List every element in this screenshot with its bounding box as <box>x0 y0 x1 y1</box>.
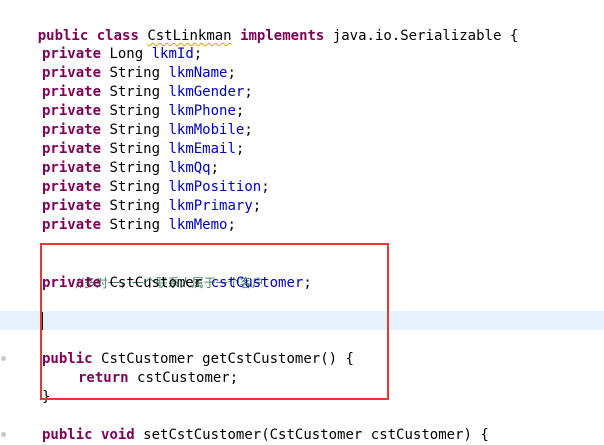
field-type: String <box>109 122 161 138</box>
field-name: lkmGender <box>168 84 245 100</box>
annotation-highlight-box <box>40 243 389 400</box>
field-line[interactable]: private String lkmMobile; <box>42 121 253 140</box>
semicolon: ; <box>210 160 220 176</box>
field-type: String <box>109 141 161 157</box>
field-line[interactable]: private Long lkmId; <box>42 45 202 64</box>
field-line[interactable]: private String lkmPrimary; <box>42 197 261 216</box>
field-name: lkmPhone <box>168 103 236 119</box>
field-type: String <box>109 198 161 214</box>
field-name: lkmMemo <box>168 217 228 233</box>
field-modifier: private <box>42 217 102 233</box>
class-name: CstLinkman <box>147 28 232 44</box>
field-name: lkmMobile <box>168 122 245 138</box>
field-name: lkmName <box>168 65 228 81</box>
semicolon: ; <box>235 103 245 119</box>
field-line[interactable]: private String lkmName; <box>42 64 236 83</box>
field-modifier: private <box>42 122 102 138</box>
field-name: lkmQq <box>168 160 211 176</box>
semicolon: ; <box>227 217 236 233</box>
semicolon: ; <box>244 84 253 100</box>
field-type: String <box>109 65 161 81</box>
keyword-implements: implements <box>240 28 325 44</box>
field-type: String <box>109 160 161 176</box>
field-modifier: private <box>42 160 102 176</box>
field-modifier: private <box>42 65 102 81</box>
field-modifier: private <box>42 84 102 100</box>
keyword-public: public <box>37 28 89 44</box>
field-type: String <box>109 179 161 195</box>
semicolon: ; <box>235 141 245 157</box>
class-declaration-line[interactable]: public class CstLinkman implements java.… <box>4 8 519 44</box>
field-name: lkmPosition <box>168 179 262 195</box>
field-modifier: private <box>42 198 102 214</box>
field-name: lkmId <box>151 46 194 62</box>
field-modifier: private <box>42 46 102 62</box>
field-name: lkmPrimary <box>168 198 253 214</box>
field-line[interactable]: private String lkmMemo; <box>42 216 236 235</box>
setter-signature-line[interactable]: public void setCstCustomer(CstCustomer c… <box>42 426 489 445</box>
field-line[interactable]: private String lkmPosition; <box>42 178 270 197</box>
semicolon: ; <box>244 122 253 138</box>
semicolon: ; <box>193 46 203 62</box>
field-name: lkmEmail <box>168 141 236 157</box>
fold-marker-icon[interactable] <box>1 356 6 361</box>
code-editor[interactable]: public class CstLinkman implements java.… <box>0 0 604 444</box>
field-type: String <box>109 217 161 233</box>
keyword-void: void <box>101 427 135 443</box>
method-params: (CstCustomer cstCustomer) { <box>261 427 489 443</box>
keyword-class: class <box>96 28 139 44</box>
keyword-public: public <box>42 427 93 443</box>
fold-marker-icon[interactable] <box>1 432 6 437</box>
field-line[interactable]: private String lkmQq; <box>42 159 219 178</box>
field-modifier: private <box>42 103 102 119</box>
field-line[interactable]: private String lkmGender; <box>42 83 253 102</box>
field-line[interactable]: private String lkmEmail; <box>42 140 244 159</box>
field-modifier: private <box>42 179 102 195</box>
semicolon: ; <box>227 65 236 81</box>
field-type: String <box>109 103 161 119</box>
interface-name: java.io.Serializable <box>332 28 502 44</box>
field-line[interactable]: private String lkmPhone; <box>42 102 244 121</box>
semicolon: ; <box>261 179 270 195</box>
open-brace: { <box>509 28 519 44</box>
field-type: String <box>109 84 161 100</box>
semicolon: ; <box>252 198 262 214</box>
method-name: setCstCustomer <box>143 427 262 443</box>
field-modifier: private <box>42 141 102 157</box>
field-type: Long <box>109 46 144 62</box>
